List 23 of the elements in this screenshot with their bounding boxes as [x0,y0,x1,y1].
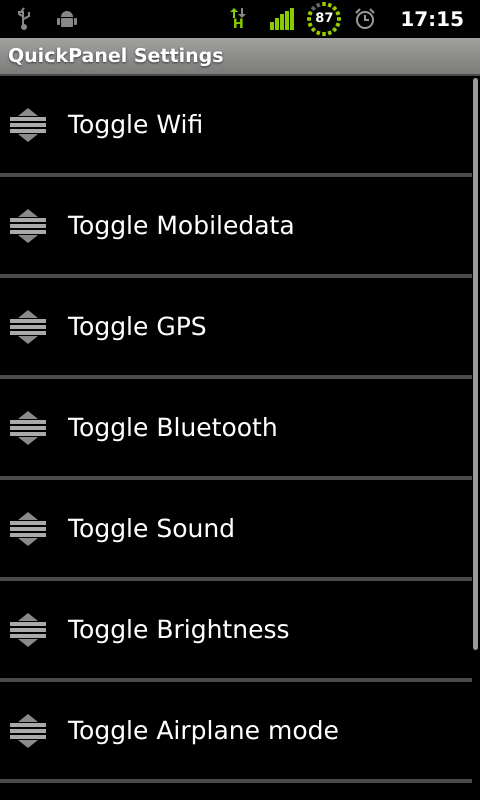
usb-icon [16,7,32,31]
list-item[interactable]: Toggle Brightness [0,581,472,678]
status-time: 17:15 [400,6,464,33]
data-arrows-icon [230,8,246,18]
list-item[interactable]: Toggle Mobiledata [0,177,472,274]
android-icon [56,8,78,30]
list-item[interactable]: Toggle Wifi [0,76,472,173]
list-item[interactable]: Toggle Airplane mode [0,682,472,779]
drag-handle-icon[interactable] [10,310,46,344]
drag-handle-icon[interactable] [10,612,46,646]
battery-indicator: 87 [306,1,342,37]
network-type: H [232,18,244,30]
drag-handle-icon[interactable] [10,714,46,748]
drag-handle-icon[interactable] [10,512,46,546]
list-item[interactable]: Toggle Bluetooth [0,379,472,476]
title-bar: QuickPanel Settings [0,38,480,76]
list-item[interactable]: Toggle GPS [0,278,472,375]
drag-handle-icon[interactable] [10,108,46,142]
signal-icon [270,8,294,30]
drag-handle-icon[interactable] [10,410,46,444]
drag-handle-icon[interactable] [10,208,46,242]
alarm-clock-icon [354,8,376,30]
list-item[interactable]: Toggle Sound [0,480,472,577]
